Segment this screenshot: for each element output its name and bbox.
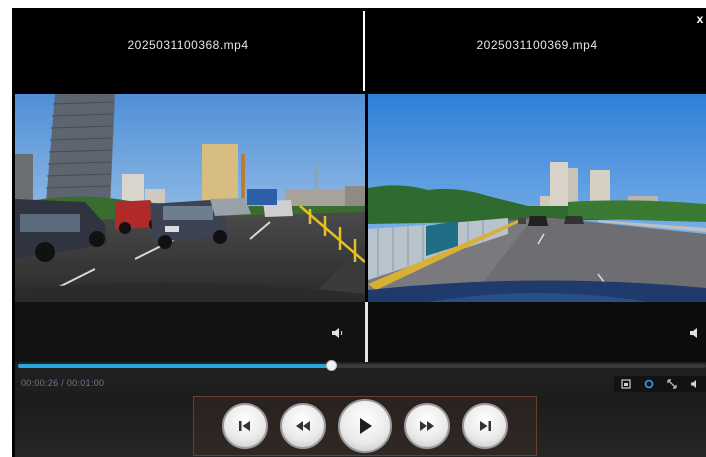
skip-previous-button[interactable]	[222, 403, 268, 449]
toolbar-right	[614, 376, 706, 392]
pane-right-filename: 2025031100369.mp4	[476, 38, 598, 52]
dual-video-player: 2025031100368.mp4 2025031100369.mp4 x 00…	[12, 8, 706, 457]
pane-divider	[363, 11, 365, 91]
video-pane-right[interactable]	[368, 94, 706, 302]
volume-icon[interactable]	[689, 378, 701, 390]
fast-forward-icon	[420, 421, 434, 431]
playback-buttons-panel	[193, 396, 537, 456]
volume-icon[interactable]	[690, 328, 702, 341]
video-frame-left	[15, 94, 365, 302]
pane-left-filename: 2025031100368.mp4	[127, 38, 249, 52]
video-frame-right	[368, 94, 706, 302]
rewind-icon	[296, 421, 310, 431]
progress-knob[interactable]	[326, 360, 338, 371]
video-pane-left[interactable]	[15, 94, 365, 302]
control-bar: 00:00:26 / 00:01:00	[15, 360, 706, 457]
rewind-button[interactable]	[280, 403, 326, 449]
fast-forward-button[interactable]	[404, 403, 450, 449]
fullscreen-icon[interactable]	[666, 378, 678, 390]
play-icon	[360, 418, 372, 434]
play-button[interactable]	[338, 399, 392, 453]
refresh-icon[interactable]	[643, 378, 655, 390]
progress-fill	[18, 364, 332, 368]
volume-icon[interactable]	[332, 328, 344, 341]
video-pane-right-letterbox	[368, 302, 706, 362]
skip-previous-icon	[239, 421, 250, 431]
close-icon[interactable]: x	[694, 12, 706, 26]
video-pane-left-letterbox	[15, 302, 365, 362]
skip-next-icon	[480, 421, 491, 431]
screenshot-icon[interactable]	[620, 378, 632, 390]
progress-track[interactable]	[18, 360, 706, 371]
skip-next-button[interactable]	[462, 403, 508, 449]
time-display: 00:00:26 / 00:01:00	[21, 378, 105, 388]
title-bar: 2025031100368.mp4 2025031100369.mp4	[12, 8, 706, 92]
